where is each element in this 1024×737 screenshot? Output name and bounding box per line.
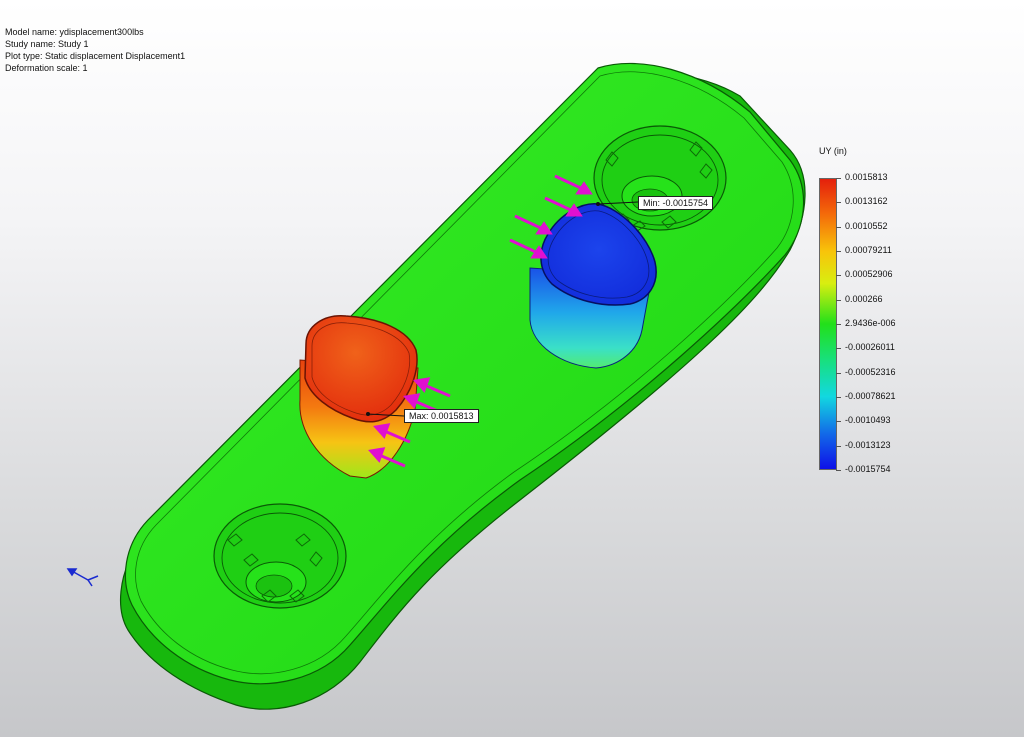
legend-tick-label: -0.00026011	[845, 342, 895, 353]
color-legend[interactable]: UY (in) 0.0015813 0.0013162 0.0010552 0.000…	[817, 146, 927, 476]
legend-tick-label: 0.000266	[845, 293, 883, 304]
legend-tick-label: -0.0015754	[845, 464, 891, 474]
legend-tick-mark	[836, 275, 841, 277]
legend-tick-mark	[836, 226, 841, 228]
legend-tick-mark	[836, 299, 841, 301]
legend-tick-mark	[836, 202, 841, 204]
legend-tick-mark	[836, 470, 841, 471]
model-name-text: Model name: ydisplacement300lbs	[5, 27, 144, 37]
legend-tick-label: 0.0013162	[845, 196, 888, 207]
legend-tick-mark	[836, 324, 841, 325]
legend-tick-label: 0.0015813	[845, 172, 888, 182]
legend-tick-label: -0.00078621	[845, 391, 896, 401]
deformation-scale-text: Deformation scale: 1	[5, 63, 88, 73]
study-name-text: Study name: Study 1	[5, 39, 89, 49]
max-probe-label[interactable]: Max: 0.0015813	[404, 409, 479, 423]
legend-tick-label: 0.00052906	[845, 269, 893, 280]
legend-color-bar	[819, 178, 837, 470]
legend-tick-label: -0.0010493	[845, 415, 891, 426]
study-info-panel: Model name: ydisplacement300lbs Study na…	[5, 26, 185, 74]
legend-tick-label: -0.0013123	[845, 439, 891, 450]
min-probe-label[interactable]: Min: -0.0015754	[638, 196, 714, 210]
legend-tick-label: -0.00052316	[845, 366, 896, 377]
legend-tick-label: 2.9436e-006	[845, 318, 896, 328]
legend-tick-mark	[836, 251, 841, 252]
legend-tick-label: 0.00079211	[845, 245, 892, 255]
legend-tick-mark	[836, 445, 841, 447]
legend-tick-label: 0.0010552	[845, 220, 888, 231]
legend-tick-mark	[836, 397, 841, 398]
legend-tick-mark	[836, 372, 841, 374]
plot-type-text: Plot type: Static displacement Displacem…	[5, 51, 186, 61]
legend-tick-mark	[836, 421, 841, 423]
mounting-hole-lower[interactable]	[213, 503, 347, 609]
legend-tick-mark	[836, 178, 841, 179]
triad-icon[interactable]	[66, 568, 99, 587]
legend-tick-mark	[836, 348, 841, 350]
legend-title: UY (in)	[819, 146, 847, 156]
